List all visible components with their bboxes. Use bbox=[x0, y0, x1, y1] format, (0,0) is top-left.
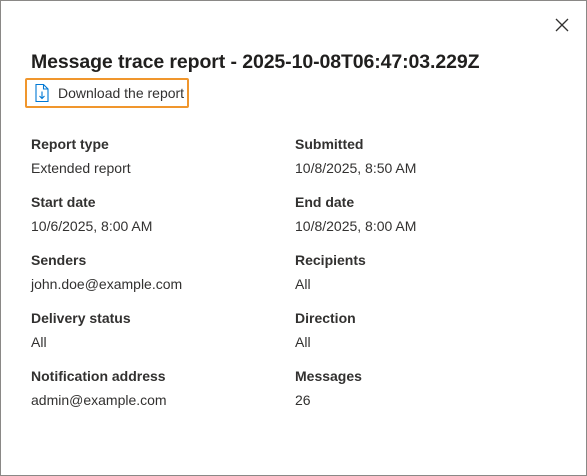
field-value: admin@example.com bbox=[31, 392, 167, 408]
message-trace-report-dialog: Message trace report - 2025-10-08T06:47:… bbox=[0, 0, 587, 476]
field-value: 10/8/2025, 8:50 AM bbox=[295, 160, 417, 176]
field-value: 10/6/2025, 8:00 AM bbox=[31, 218, 153, 234]
field-messages: Messages 26 bbox=[295, 367, 362, 409]
field-label: Messages bbox=[295, 368, 362, 384]
field-label: Senders bbox=[31, 252, 87, 268]
field-label: Notification address bbox=[31, 368, 166, 384]
close-icon bbox=[555, 18, 569, 32]
field-senders: Senders john.doe@example.com bbox=[31, 251, 182, 293]
field-direction: Direction All bbox=[295, 309, 356, 351]
field-end-date: End date 10/8/2025, 8:00 AM bbox=[295, 193, 416, 235]
field-label: Submitted bbox=[295, 136, 364, 152]
field-label: End date bbox=[295, 194, 355, 210]
field-report-type: Report type Extended report bbox=[31, 135, 131, 177]
field-label: Delivery status bbox=[31, 310, 131, 326]
field-value: Extended report bbox=[31, 160, 131, 176]
field-label: Recipients bbox=[295, 252, 366, 268]
field-label: Direction bbox=[295, 310, 356, 326]
field-value: john.doe@example.com bbox=[31, 276, 183, 292]
dialog-title: Message trace report - 2025-10-08T06:47:… bbox=[31, 51, 480, 73]
field-value: All bbox=[31, 334, 47, 350]
download-document-icon bbox=[33, 83, 51, 103]
field-value: All bbox=[295, 276, 311, 292]
field-value: 10/8/2025, 8:00 AM bbox=[295, 218, 417, 234]
field-notification-address: Notification address admin@example.com bbox=[31, 367, 167, 409]
field-delivery-status: Delivery status All bbox=[31, 309, 131, 351]
field-value: 26 bbox=[295, 392, 311, 408]
field-start-date: Start date 10/6/2025, 8:00 AM bbox=[31, 193, 152, 235]
download-report-label: Download the report bbox=[58, 85, 185, 101]
field-label: Start date bbox=[31, 194, 96, 210]
field-submitted: Submitted 10/8/2025, 8:50 AM bbox=[295, 135, 416, 177]
close-button[interactable] bbox=[550, 13, 574, 37]
field-label: Report type bbox=[31, 136, 109, 152]
field-value: All bbox=[295, 334, 311, 350]
download-report-button[interactable]: Download the report bbox=[25, 78, 189, 108]
field-recipients: Recipients All bbox=[295, 251, 366, 293]
